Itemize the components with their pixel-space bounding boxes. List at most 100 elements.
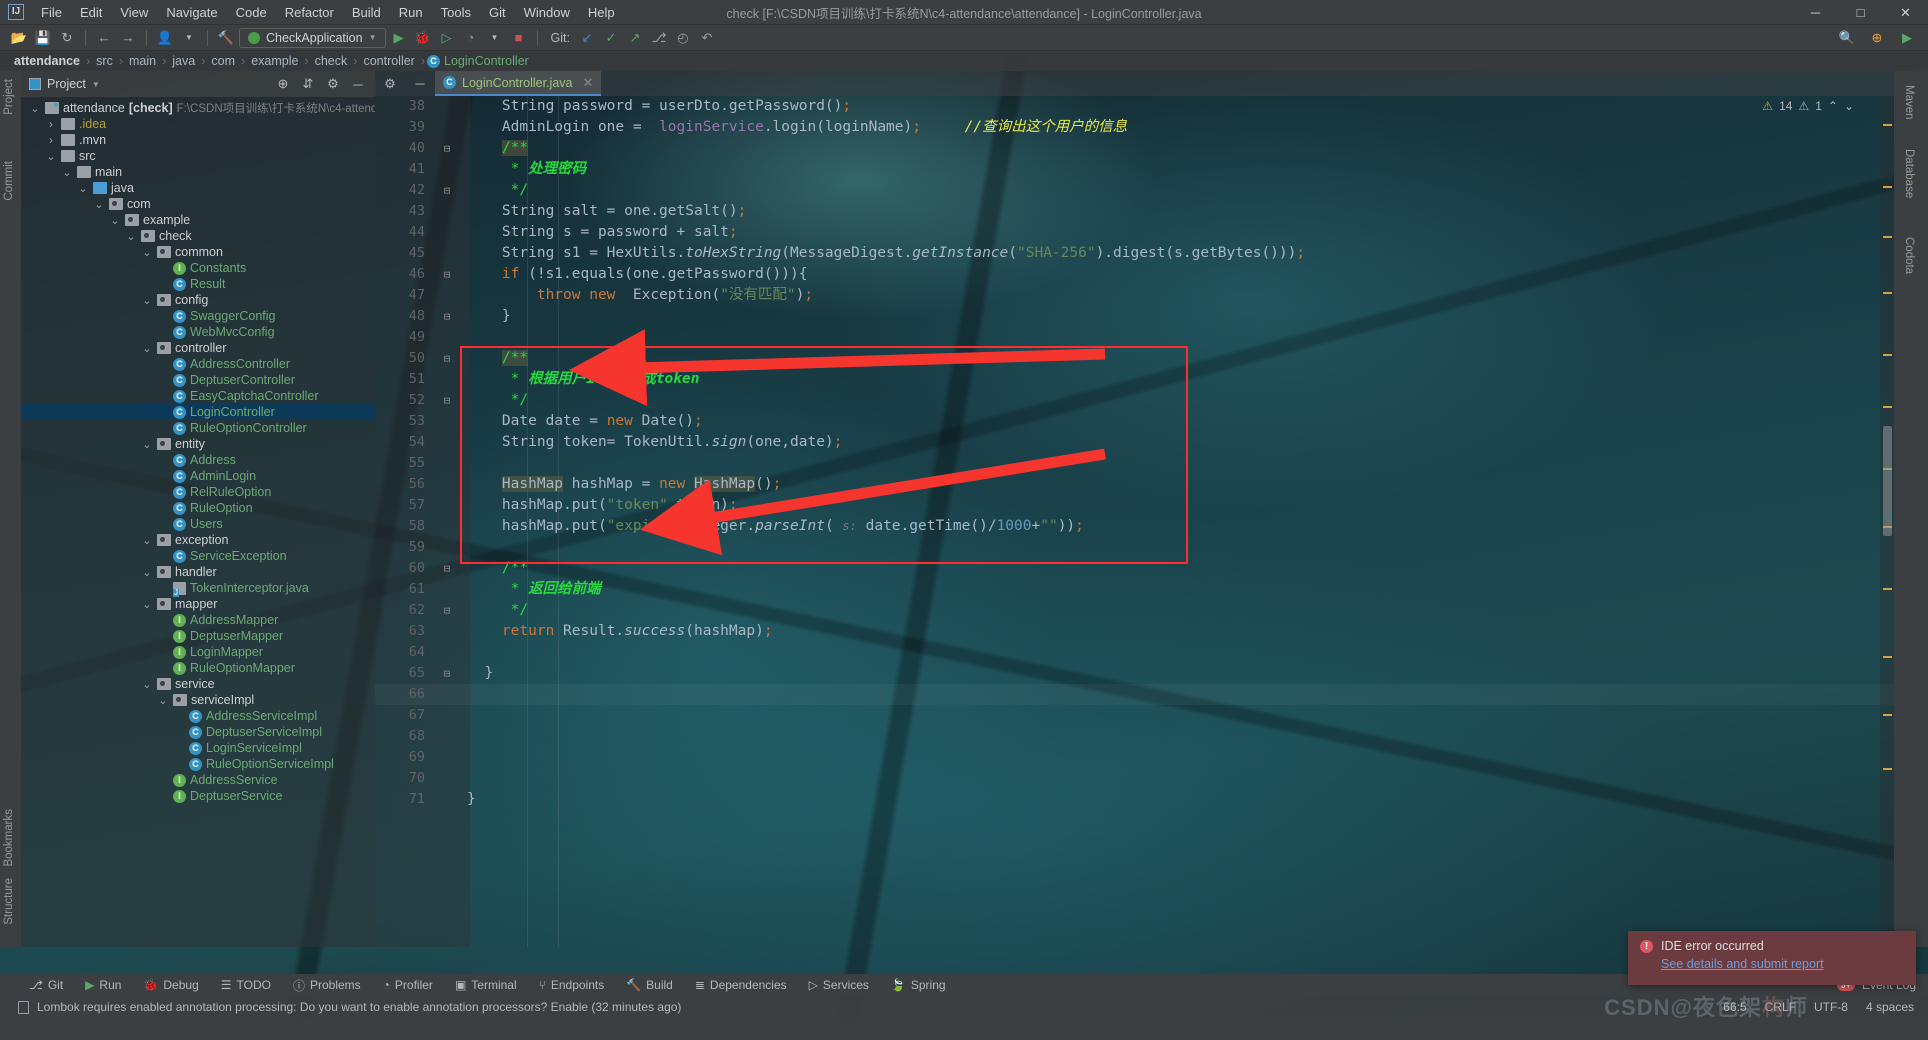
tree-item-ruleoptioncontroller[interactable]: CRuleOptionController	[21, 420, 375, 436]
menu-navigate[interactable]: Navigate	[157, 3, 226, 22]
chevron-down-icon[interactable]: ⌄	[141, 566, 153, 579]
chevron-down-icon[interactable]: ⌄	[141, 678, 153, 691]
bottom-item-spring[interactable]: 🍃 Spring	[880, 974, 957, 996]
tree-item-deptusermapper[interactable]: IDeptuserMapper	[21, 628, 375, 644]
tree-item-serviceexception[interactable]: CServiceException	[21, 548, 375, 564]
next-problem-icon[interactable]: ⌄	[1844, 99, 1854, 113]
editor-tab-logincontroller[interactable]: C LoginController.java ✕	[435, 71, 601, 96]
chevron-down-icon[interactable]: ⌄	[61, 166, 73, 179]
fold-marker-icon[interactable]: ⊟	[433, 348, 461, 369]
rail-button-structure[interactable]: Structure	[3, 872, 15, 931]
tree-item-controller[interactable]: ⌄controller	[21, 340, 375, 356]
tree-item-addressservice[interactable]: IAddressService	[21, 772, 375, 788]
fold-marker-icon[interactable]: ⊟	[433, 264, 461, 285]
tree-item-attendance[interactable]: ⌄attendance [check] F:\CSDN项目训练\打卡系统N\c4…	[21, 100, 375, 116]
chevron-down-icon[interactable]: ⌄	[45, 150, 57, 163]
chevron-down-icon[interactable]: ⌄	[29, 102, 41, 115]
chevron-down-icon[interactable]: ▼	[369, 33, 377, 42]
tree-item-ruleoption[interactable]: CRuleOption	[21, 500, 375, 516]
gear-icon[interactable]: ⚙	[322, 74, 344, 94]
indent-setting[interactable]: 4 spaces	[1866, 1000, 1914, 1014]
tree-item-constants[interactable]: IConstants	[21, 260, 375, 276]
bottom-item-git[interactable]: ⎇ Git	[18, 974, 74, 996]
inspection-widget[interactable]: ⚠ 14 ⚠ 1 ⌃ ⌄	[1762, 99, 1854, 113]
breadcrumb-item-attendance[interactable]: attendance	[10, 54, 84, 68]
tree-item-tokeninterceptor-java[interactable]: TokenInterceptor.java	[21, 580, 375, 596]
breadcrumb-item-class[interactable]: C LoginController	[427, 54, 529, 68]
fold-marker-icon[interactable]: ⊟	[433, 306, 461, 327]
code-line-48[interactable]: 48⊟ }	[375, 306, 1894, 327]
menu-refactor[interactable]: Refactor	[276, 3, 343, 22]
code-line-38[interactable]: 38 String password = userDto.getPassword…	[375, 96, 1894, 117]
tree-item-addressserviceimpl[interactable]: CAddressServiceImpl	[21, 708, 375, 724]
chevron-down-icon[interactable]: ⌄	[109, 214, 121, 227]
menu-git[interactable]: Git	[480, 3, 515, 22]
code-line-68[interactable]: 68	[375, 726, 1894, 747]
tree-item-deptusercontroller[interactable]: CDeptuserController	[21, 372, 375, 388]
rail-button-database[interactable]: Database	[1903, 141, 1915, 206]
gear-icon[interactable]: ⚙	[375, 71, 405, 96]
tree-item-handler[interactable]: ⌄handler	[21, 564, 375, 580]
run-configuration-selector[interactable]: CheckApplication ▼	[239, 28, 386, 48]
code-line-51[interactable]: 51 * 根据用户id/名生成token	[375, 369, 1894, 390]
bottom-item-dependencies[interactable]: ≣ Dependencies	[684, 974, 798, 996]
sync-icon[interactable]: ↻	[56, 28, 78, 48]
bottom-item-problems[interactable]: ⓘ Problems	[282, 974, 372, 996]
chevron-down-icon[interactable]: ⌄	[141, 342, 153, 355]
run-green-icon[interactable]: ▶	[1896, 28, 1918, 48]
tree-item-loginmapper[interactable]: ILoginMapper	[21, 644, 375, 660]
chevron-down-icon[interactable]: ▼	[178, 28, 200, 48]
tree-item-mapper[interactable]: ⌄mapper	[21, 596, 375, 612]
chevron-right-icon[interactable]: ›	[45, 133, 57, 147]
chevron-down-icon[interactable]: ⌄	[77, 182, 89, 195]
tree-item-loginserviceimpl[interactable]: CLoginServiceImpl	[21, 740, 375, 756]
breadcrumb-item-check[interactable]: check	[311, 54, 352, 68]
fold-marker-icon[interactable]: ⊟	[433, 663, 461, 684]
code-line-46[interactable]: 46⊟ if (!s1.equals(one.getPassword())){	[375, 264, 1894, 285]
code-line-43[interactable]: 43 String salt = one.getSalt();	[375, 201, 1894, 222]
chevron-down-icon[interactable]: ⌄	[125, 230, 137, 243]
git-push-icon[interactable]: ↗	[624, 28, 646, 48]
bottom-item-todo[interactable]: ☰ TODO	[210, 974, 282, 996]
code-line-40[interactable]: 40⊟ /**	[375, 138, 1894, 159]
fold-marker-icon[interactable]: ⊟	[433, 600, 461, 621]
tree-item-config[interactable]: ⌄config	[21, 292, 375, 308]
code-line-41[interactable]: 41 * 处理密码	[375, 159, 1894, 180]
code-line-50[interactable]: 50⊟ /**	[375, 348, 1894, 369]
open-project-icon[interactable]: 📂	[8, 28, 30, 48]
code-line-52[interactable]: 52⊟ */	[375, 390, 1894, 411]
fold-marker-icon[interactable]: ⊟	[433, 138, 461, 159]
code-line-56[interactable]: 56 HashMap hashMap = new HashMap();	[375, 474, 1894, 495]
code-line-69[interactable]: 69	[375, 747, 1894, 768]
bottom-item-debug[interactable]: 🐞 Debug	[132, 974, 209, 996]
debug-button-icon[interactable]: 🐞	[412, 28, 434, 48]
bottom-item-profiler[interactable]: ◔ Profiler	[372, 974, 444, 996]
run-button-icon[interactable]: ▶	[388, 28, 410, 48]
code-line-62[interactable]: 62⊟ */	[375, 600, 1894, 621]
line-separator[interactable]: CRLF	[1765, 1000, 1796, 1014]
code-editor[interactable]: ⚠ 14 ⚠ 1 ⌃ ⌄ 38 String password = userDt…	[375, 96, 1894, 947]
breadcrumb-item-main[interactable]: main	[125, 54, 160, 68]
run-coverage-icon[interactable]: ▷	[436, 28, 458, 48]
chevron-right-icon[interactable]: ›	[45, 117, 57, 131]
tree-item-deptuserservice[interactable]: IDeptuserService	[21, 788, 375, 804]
git-history-icon[interactable]: ◴	[672, 28, 694, 48]
rail-button-codota[interactable]: Codota	[1903, 229, 1915, 282]
tree-item-main[interactable]: ⌄main	[21, 164, 375, 180]
rail-button-maven[interactable]: Maven	[1903, 77, 1915, 128]
minimize-button[interactable]: ─	[1793, 0, 1838, 25]
chevron-down-icon[interactable]: ⌄	[157, 694, 169, 707]
chevron-down-icon[interactable]: ▼	[484, 28, 506, 48]
code-line-59[interactable]: 59	[375, 537, 1894, 558]
chevron-down-icon[interactable]: ⌄	[141, 534, 153, 547]
code-line-53[interactable]: 53 Date date = new Date();	[375, 411, 1894, 432]
rail-button-project[interactable]: Project	[3, 73, 15, 121]
plugin-icon[interactable]: ⊕	[1866, 28, 1888, 48]
code-line-42[interactable]: 42⊟ */	[375, 180, 1894, 201]
notification-link[interactable]: See details and submit report	[1661, 957, 1904, 971]
bottom-item-run[interactable]: ▶ Run	[74, 974, 132, 996]
menu-edit[interactable]: Edit	[71, 3, 111, 22]
close-icon[interactable]: ✕	[583, 75, 594, 91]
code-line-63[interactable]: 63 return Result.success(hashMap);	[375, 621, 1894, 642]
code-line-49[interactable]: 49	[375, 327, 1894, 348]
